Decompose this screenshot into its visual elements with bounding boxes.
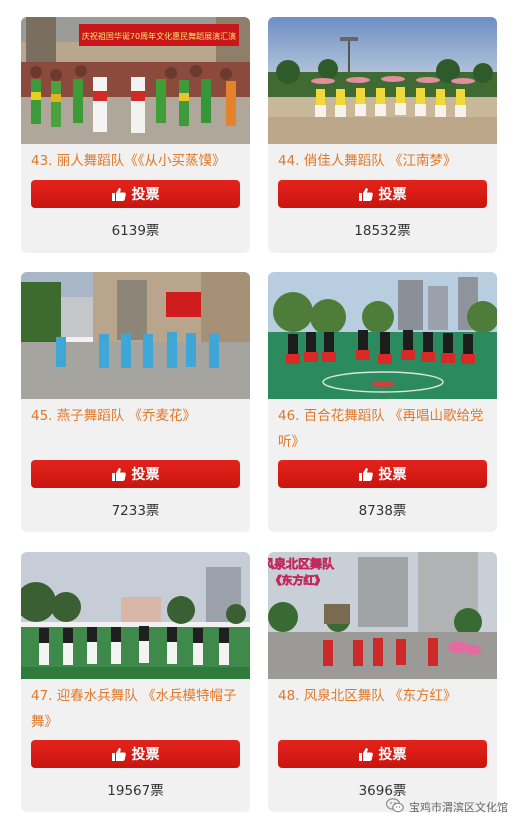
thumbs-up-icon: [358, 467, 373, 481]
thumbs-up-icon: [111, 467, 126, 481]
thumbs-up-icon: [358, 187, 373, 201]
overlay-title: 风泉北区舞队: [268, 556, 335, 571]
vote-button-47[interactable]: 投票: [31, 740, 240, 768]
vote-count-46: 8738票: [358, 503, 407, 519]
entry-photo-46[interactable]: [268, 272, 497, 399]
vote-button-label: 投票: [378, 747, 407, 763]
watermark: 宝鸡市渭滨区文化馆: [385, 798, 508, 816]
entry-photo-47[interactable]: [21, 552, 250, 679]
entry-card-46[interactable]: 46. 百合花舞蹈队 《再唱山歌给党听》 投票 8738票: [268, 272, 497, 532]
vote-button-45[interactable]: 投票: [31, 460, 240, 488]
entry-caption-48: 48. 风泉北区舞队 《东方红》: [278, 688, 457, 704]
vote-button-48[interactable]: 投票: [278, 740, 487, 768]
entry-card-43[interactable]: 庆祝祖国华诞70周年文化惠民舞蹈展演汇演 43. 丽人舞蹈队《《从小买蒸馍》 投…: [21, 17, 250, 253]
vote-count-48: 3696票: [358, 783, 407, 799]
vote-button-44[interactable]: 投票: [278, 180, 487, 208]
entry-card-48[interactable]: 风泉北区舞队 《东方红》 48. 风泉北区舞队 《东方红》 投票 3696票: [268, 552, 497, 812]
entry-photo-48[interactable]: 风泉北区舞队 《东方红》: [268, 552, 497, 679]
vote-count-45: 7233票: [111, 503, 160, 519]
entry-card-45[interactable]: 45. 燕子舞蹈队 《乔麦花》 投票 7233票: [21, 272, 250, 532]
watermark-text: 宝鸡市渭滨区文化馆: [409, 801, 508, 814]
vote-button-43[interactable]: 投票: [31, 180, 240, 208]
entry-photo-45[interactable]: [21, 272, 250, 399]
banner-text: 庆祝祖国华诞70周年文化惠民舞蹈展演汇演: [82, 31, 236, 41]
vote-count-44: 18532票: [354, 223, 411, 239]
entry-photo-43[interactable]: 庆祝祖国华诞70周年文化惠民舞蹈展演汇演: [21, 17, 250, 144]
thumbs-up-icon: [358, 747, 373, 761]
vote-button-label: 投票: [378, 467, 407, 483]
vote-button-label: 投票: [131, 467, 160, 483]
overlay-subtitle: 《东方红》: [271, 573, 326, 587]
vote-button-label: 投票: [131, 747, 160, 763]
entry-caption-47: 47. 迎春水兵舞队 《水兵模特帽子舞》: [31, 688, 237, 730]
wechat-icon: [385, 798, 404, 816]
vote-button-label: 投票: [131, 187, 160, 203]
entry-photo-44[interactable]: [268, 17, 497, 144]
vote-count-47: 19567票: [107, 783, 164, 799]
entry-caption-45: 45. 燕子舞蹈队 《乔麦花》: [31, 408, 197, 424]
thumbs-up-icon: [111, 187, 126, 201]
vote-count-43: 6139票: [111, 223, 160, 239]
entry-card-44[interactable]: 44. 俏佳人舞蹈队 《江南梦》 投票 18532票: [268, 17, 497, 253]
vote-button-label: 投票: [378, 187, 407, 203]
vote-button-46[interactable]: 投票: [278, 460, 487, 488]
entry-card-47[interactable]: 47. 迎春水兵舞队 《水兵模特帽子舞》 投票 19567票: [21, 552, 250, 812]
entry-caption-44: 44. 俏佳人舞蹈队 《江南梦》: [278, 153, 457, 169]
entry-caption-46: 46. 百合花舞蹈队 《再唱山歌给党听》: [278, 408, 484, 450]
thumbs-up-icon: [111, 747, 126, 761]
entry-caption-43: 43. 丽人舞蹈队《《从小买蒸馍》: [31, 153, 226, 169]
